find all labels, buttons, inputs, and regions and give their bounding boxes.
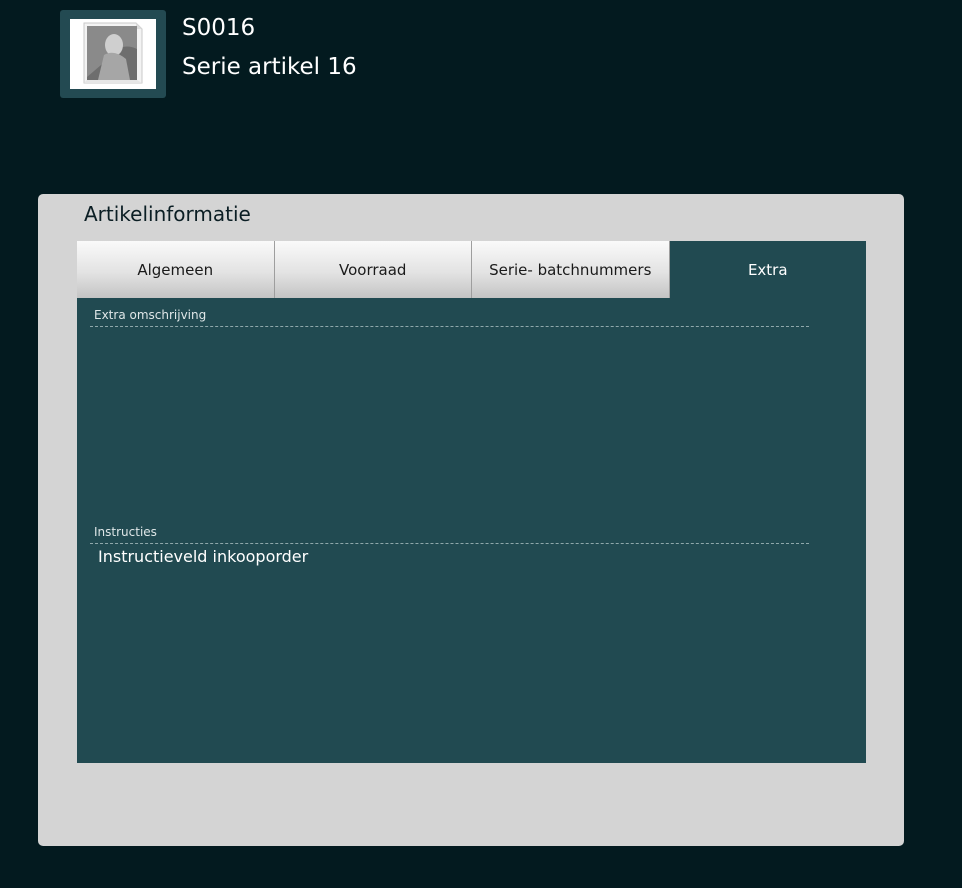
tab-serie-batchnummers[interactable]: Serie- batchnummers [472, 241, 670, 298]
instructions-label: Instructies [94, 525, 157, 539]
tab-bar: Algemeen Voorraad Serie- batchnummers Ex… [77, 241, 866, 298]
instructions-field[interactable]: Instructieveld inkooporder [90, 544, 809, 744]
tab-voorraad[interactable]: Voorraad [274, 241, 472, 298]
item-code: S0016 [182, 15, 256, 41]
item-name: Serie artikel 16 [182, 54, 357, 80]
article-info-panel: Artikelinformatie Algemeen Voorraad Seri… [38, 194, 904, 846]
tab-extra[interactable]: Extra [669, 241, 866, 298]
extra-description-divider [90, 326, 809, 327]
tab-content-extra: Extra omschrijving Instructies Instructi… [77, 298, 866, 763]
extra-description-label: Extra omschrijving [94, 308, 207, 322]
product-image-placeholder-icon [70, 19, 156, 89]
panel-title: Artikelinformatie [84, 202, 251, 226]
tab-algemeen[interactable]: Algemeen [77, 241, 275, 298]
item-thumbnail[interactable] [60, 10, 166, 98]
extra-description-field[interactable] [90, 328, 809, 518]
